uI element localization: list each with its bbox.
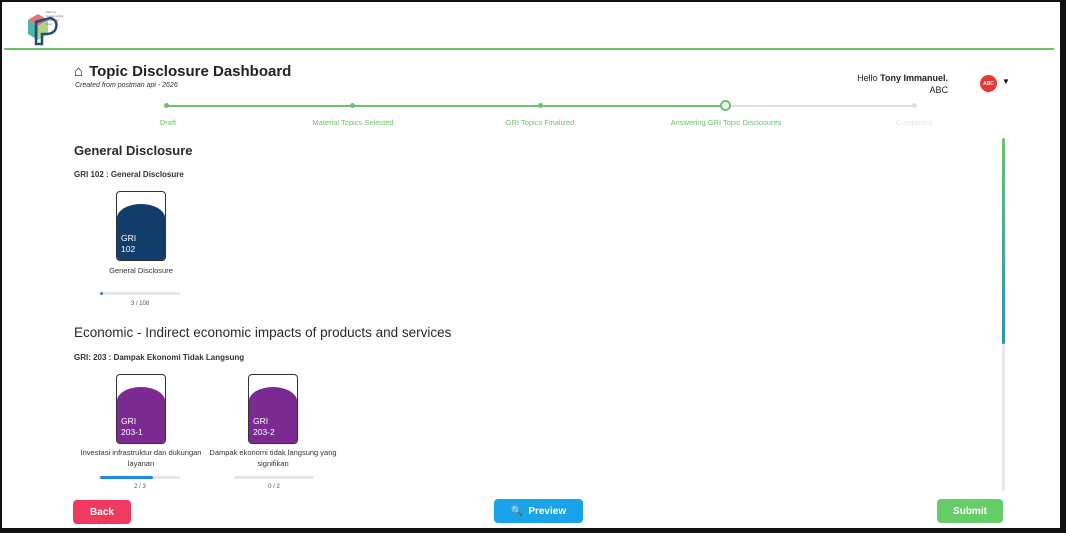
progress-fill: [100, 292, 103, 295]
preview-button[interactable]: 🔍 Preview: [494, 499, 583, 523]
progress-bar: [234, 476, 314, 479]
step-dot-completed: [912, 103, 917, 108]
step-label-answering: Answering GRI Topic Disclosures: [670, 118, 782, 127]
stepper-line-done: [166, 105, 726, 107]
logo-tagline: Making Sustainability Reporting Easy: [46, 10, 64, 26]
section-subtitle: GRI 102 : General Disclosure: [74, 170, 184, 179]
step-dot-draft: [164, 103, 169, 108]
card-code: GRI 102: [121, 233, 137, 254]
preview-icon: 🔍: [510, 505, 524, 517]
gri-card-102[interactable]: GRI 102: [116, 191, 166, 261]
page-subtitle: Created from postman api - 2626: [75, 82, 178, 89]
scrollbar-track[interactable]: [1002, 344, 1005, 491]
progress-count: 2 / 3: [134, 484, 146, 490]
disclosure-list[interactable]: General Disclosure GRI 102 : General Dis…: [62, 136, 1007, 491]
card-label: Dampak ekonomi tidak langsung yang signi…: [209, 448, 337, 468]
section-title: Economic - Indirect economic impacts of …: [74, 325, 452, 340]
step-label-draft: Draft: [159, 118, 177, 127]
step-label-material: Material Topics Selected: [312, 118, 394, 127]
card-code: GRI 203-1: [121, 416, 143, 437]
step-dot-gri-finalized: [538, 103, 543, 108]
user-greeting: Hello Tony Immanuel. ABC: [857, 73, 948, 95]
progress-stepper: Draft Material Topics Selected GRI Topic…: [159, 100, 932, 132]
app-frame: Making Sustainability Reporting Easy ⌂ Topi…: [0, 0, 1066, 533]
gri-card-203-2[interactable]: GRI 203-2: [248, 374, 298, 444]
stepper-line-todo: [726, 105, 916, 107]
gri-card-203-1[interactable]: GRI 203-1: [116, 374, 166, 444]
scrollbar-thumb[interactable]: [1002, 138, 1005, 344]
progress-bar: [100, 476, 180, 479]
section-subtitle: GRI: 203 : Dampak Ekonomi Tidak Langsung: [74, 353, 245, 362]
avatar[interactable]: ABC: [980, 75, 997, 92]
step-dot-answering: [720, 100, 731, 111]
submit-button[interactable]: Submit: [937, 499, 1003, 523]
section-title: General Disclosure: [74, 143, 193, 158]
card-label: Investasi infrastruktur dan dukungan lay…: [80, 448, 202, 468]
step-dot-material: [350, 103, 355, 108]
back-button[interactable]: Back: [73, 500, 131, 524]
card-label: General Disclosure: [109, 266, 173, 275]
caret-down-icon[interactable]: ▼: [1002, 77, 1010, 86]
progress-bar: [100, 292, 180, 295]
progress-count: 0 / 2: [268, 484, 280, 490]
org-name: ABC: [929, 85, 948, 95]
card-code: GRI 203-2: [253, 416, 275, 437]
step-label-completed: Completed: [895, 118, 933, 127]
progress-fill: [100, 476, 153, 479]
home-icon[interactable]: ⌂: [74, 63, 83, 80]
progress-count: 3 / 108: [130, 301, 150, 307]
top-navbar: Making Sustainability Reporting Easy: [4, 4, 1054, 50]
step-label-gri-finalized: GRI Topics Finalized: [505, 118, 575, 127]
page-title: ⌂ Topic Disclosure Dashboard: [74, 63, 292, 80]
